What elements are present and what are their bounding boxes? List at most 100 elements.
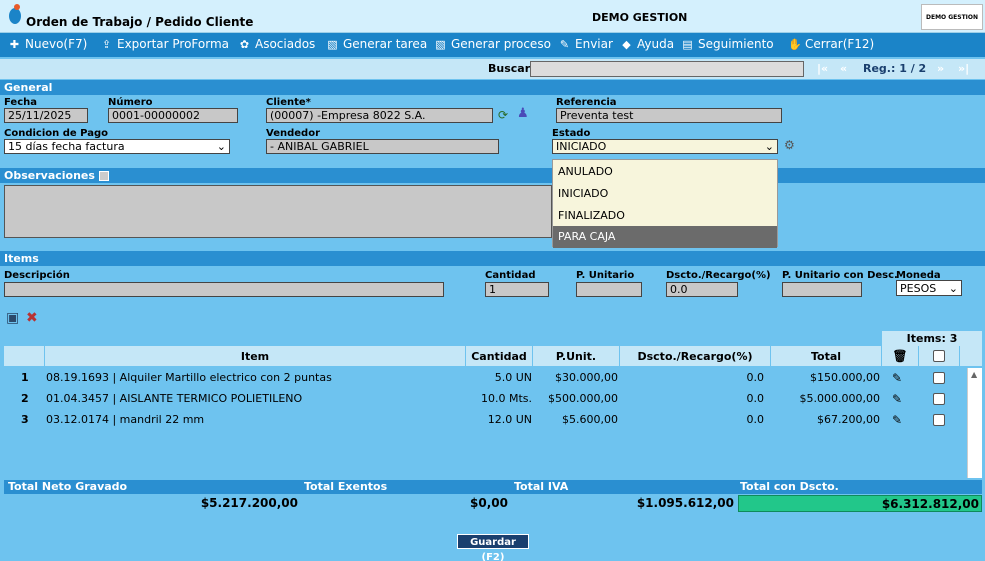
edit-icon[interactable]: ✎ bbox=[892, 389, 902, 409]
grid-header-dscto: Dscto./Recargo(%) bbox=[620, 346, 770, 366]
grid-header-index bbox=[4, 346, 44, 366]
new-icon: ✚ bbox=[9, 37, 20, 51]
edit-icon[interactable]: ✎ bbox=[892, 368, 902, 388]
toolbar: ✚ Nuevo(F7) ⇪ Exportar ProForma ✿ Asociados… bbox=[0, 33, 985, 57]
cantidad-field[interactable]: 1 bbox=[485, 282, 549, 297]
select-all-checkbox[interactable] bbox=[933, 350, 945, 362]
search-input[interactable] bbox=[530, 61, 804, 77]
descripcion-field[interactable] bbox=[4, 282, 444, 297]
app-logo-icon bbox=[8, 3, 22, 25]
edit-icon[interactable]: ✎ bbox=[892, 410, 902, 430]
total-dscto-value: $6.312.812,00 bbox=[738, 495, 982, 512]
tracking-icon: ▤ bbox=[682, 37, 693, 51]
client-search-icon[interactable]: ⟳ bbox=[498, 108, 508, 122]
grid-header-total: Total bbox=[771, 346, 881, 366]
collapse-icon[interactable] bbox=[98, 171, 109, 181]
chevron-down-icon: ⌄ bbox=[948, 281, 958, 295]
window-title: Orden de Trabajo / Pedido Cliente bbox=[26, 15, 254, 29]
section-observaciones-header: Observaciones bbox=[0, 168, 985, 183]
table-row[interactable]: 1 08.19.1693 | Alquiler Martillo electri… bbox=[4, 368, 967, 388]
row-checkbox[interactable] bbox=[933, 372, 945, 384]
dscto-label: Dscto./Recargo(%) bbox=[666, 270, 771, 281]
cliente-label: Cliente* bbox=[266, 97, 311, 108]
save-item-icon[interactable]: ▣ bbox=[6, 310, 19, 326]
help-icon: ◆ bbox=[622, 37, 631, 51]
total-iva-value: $1.095.612,00 bbox=[636, 496, 734, 510]
close-button[interactable]: ✋ Cerrar(F12) bbox=[788, 37, 874, 51]
table-row[interactable]: 2 01.04.3457 | AISLANTE TERMICO POLIETIL… bbox=[4, 389, 967, 409]
company-logo: DEMO GESTION bbox=[921, 4, 983, 30]
help-button[interactable]: ◆ Ayuda bbox=[620, 37, 674, 51]
new-button[interactable]: ✚ Nuevo(F7) bbox=[8, 37, 87, 51]
estado-dropdown: ANULADO INICIADO FINALIZADO PARA CAJA bbox=[552, 159, 778, 248]
moneda-select[interactable]: PESOS ⌄ bbox=[896, 280, 962, 296]
nav-first-button[interactable]: |« bbox=[817, 62, 828, 75]
generate-task-button[interactable]: ▧ Generar tarea bbox=[326, 37, 427, 51]
vendedor-field[interactable]: - ANIBAL GABRIEL bbox=[266, 139, 499, 154]
total-dscto-label: Total con Dscto. bbox=[736, 480, 982, 494]
save-button[interactable]: Guardar (F2) bbox=[457, 534, 529, 561]
estado-select[interactable]: INICIADO ⌄ bbox=[552, 139, 778, 154]
grid-header-spacer bbox=[960, 346, 982, 366]
export-icon: ⇪ bbox=[101, 37, 112, 51]
grid-header-punit: P.Unit. bbox=[533, 346, 619, 366]
process-icon: ▧ bbox=[435, 37, 446, 51]
section-items-header: Items bbox=[0, 251, 985, 266]
items-count: Items: 3 bbox=[882, 331, 982, 346]
row-checkbox[interactable] bbox=[933, 414, 945, 426]
punitario-label: P. Unitario bbox=[576, 270, 635, 281]
dscto-field[interactable]: 0.0 bbox=[666, 282, 738, 297]
observaciones-textarea[interactable] bbox=[4, 185, 552, 238]
cliente-field[interactable]: (00007) -Empresa 8022 S.A. bbox=[266, 108, 493, 123]
estado-label: Estado bbox=[552, 128, 591, 139]
referencia-label: Referencia bbox=[556, 97, 617, 108]
associates-icon: ✿ bbox=[239, 37, 250, 51]
chevron-down-icon: ⌄ bbox=[764, 140, 774, 153]
numero-label: Número bbox=[108, 97, 153, 108]
referencia-field[interactable]: Preventa test bbox=[556, 108, 782, 123]
grid-header-delete: 🗑 bbox=[882, 346, 918, 366]
generate-process-button[interactable]: ▧ Generar proceso bbox=[434, 37, 551, 51]
punitario-desc-field[interactable] bbox=[782, 282, 862, 297]
condicion-label: Condicion de Pago bbox=[4, 128, 108, 139]
vendedor-label: Vendedor bbox=[266, 128, 320, 139]
estado-option-anulado[interactable]: ANULADO bbox=[553, 161, 777, 183]
scroll-up-icon[interactable]: ▲ bbox=[971, 370, 977, 379]
task-icon: ▧ bbox=[327, 37, 338, 51]
company-title: DEMO GESTION bbox=[592, 11, 688, 24]
estado-option-iniciado[interactable]: INICIADO bbox=[553, 183, 777, 205]
tracking-button[interactable]: ▤ Seguimiento bbox=[681, 37, 773, 51]
estado-history-icon[interactable]: ⚙ bbox=[784, 138, 795, 152]
total-exentos-label: Total Exentos bbox=[300, 480, 510, 494]
numero-field[interactable]: 0001-00000002 bbox=[108, 108, 238, 123]
condicion-select[interactable]: 15 días fecha factura ⌄ bbox=[4, 139, 230, 154]
estado-option-finalizado[interactable]: FINALIZADO bbox=[553, 205, 777, 227]
grid-header-item: Item bbox=[45, 346, 465, 366]
estado-option-para-caja[interactable]: PARA CAJA bbox=[553, 226, 777, 248]
nav-last-button[interactable]: »| bbox=[958, 62, 969, 75]
punitario-desc-label: P. Unitario con Desc. bbox=[782, 270, 898, 281]
record-counter: Reg.: 1 / 2 bbox=[863, 62, 927, 75]
total-iva-label: Total IVA bbox=[510, 480, 736, 494]
client-person-icon[interactable]: ♟ bbox=[517, 106, 529, 121]
chevron-down-icon: ⌄ bbox=[216, 140, 226, 153]
descripcion-label: Descripción bbox=[4, 270, 70, 281]
trash-icon[interactable]: 🗑 bbox=[892, 349, 907, 363]
punitario-field[interactable] bbox=[576, 282, 642, 297]
send-icon: ✎ bbox=[559, 37, 570, 51]
clear-item-icon[interactable]: ✖ bbox=[26, 310, 38, 326]
grid-scrollbar[interactable]: ▲ bbox=[967, 368, 982, 478]
fecha-field[interactable]: 25/11/2025 bbox=[4, 108, 88, 123]
grid-header-cantidad: Cantidad bbox=[466, 346, 532, 366]
nav-prev-button[interactable]: « bbox=[840, 62, 847, 75]
export-proforma-button[interactable]: ⇪ Exportar ProForma bbox=[100, 37, 229, 51]
total-neto-value: $5.217.200,00 bbox=[200, 496, 298, 510]
associates-button[interactable]: ✿ Asociados bbox=[238, 37, 315, 51]
table-row[interactable]: 3 03.12.0174 | mandril 22 mm 12.0 UN $5.… bbox=[4, 410, 967, 430]
row-checkbox[interactable] bbox=[933, 393, 945, 405]
send-button[interactable]: ✎ Enviar bbox=[558, 37, 613, 51]
cantidad-label: Cantidad bbox=[485, 270, 536, 281]
total-neto-label: Total Neto Gravado bbox=[4, 480, 300, 494]
section-general-header: General bbox=[0, 80, 985, 95]
nav-next-button[interactable]: » bbox=[937, 62, 944, 75]
